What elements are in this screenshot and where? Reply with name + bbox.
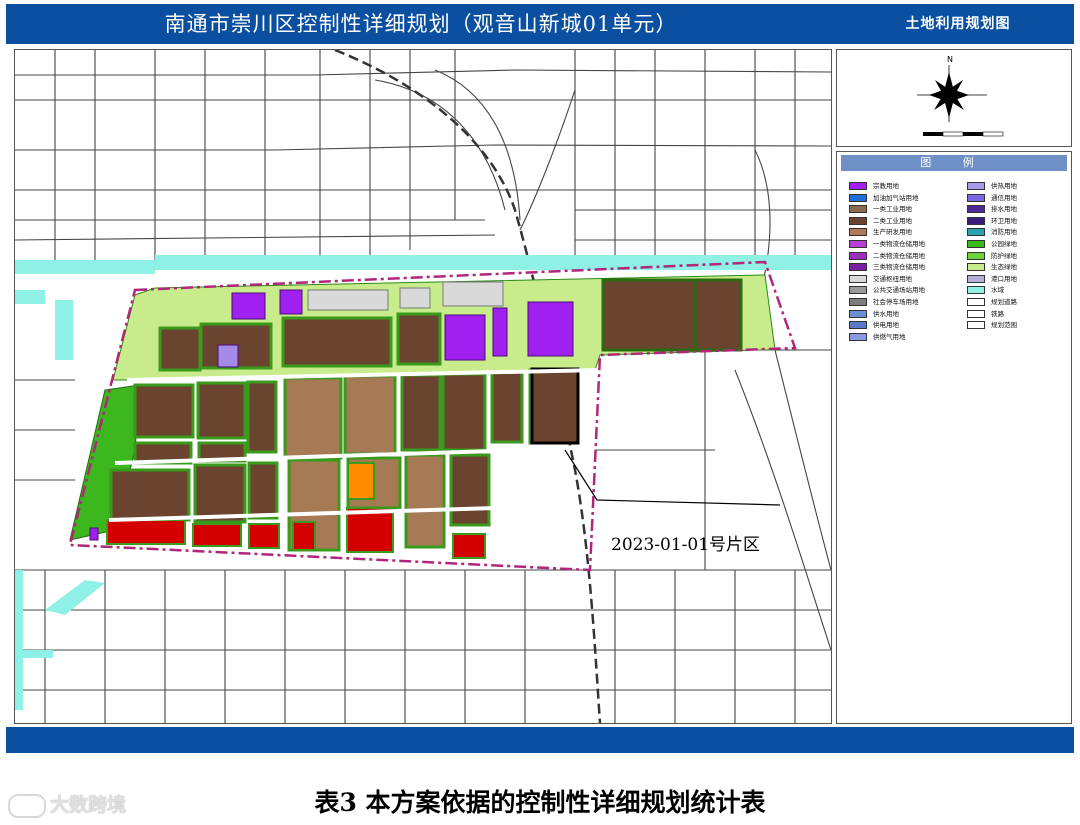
map-type-label: 土地利用规划图	[905, 16, 1011, 32]
legend-swatch	[967, 240, 985, 248]
legend-swatch	[849, 251, 867, 260]
watermark-logo-icon	[8, 793, 46, 818]
legend-swatch	[849, 205, 867, 214]
legend-label: 三类物流仓储用地	[873, 263, 925, 272]
legend-swatch	[967, 193, 985, 202]
legend-swatch	[967, 321, 985, 330]
table-caption: 表3 本方案依据的控制性详细规划统计表	[314, 788, 766, 817]
legend-label: 一类工业用地	[873, 205, 912, 214]
compass-panel: N	[836, 49, 1072, 147]
legend-swatch	[967, 286, 985, 295]
legend-label: 一类物流仓储用地	[873, 240, 925, 248]
legend-label: 港口用地	[991, 274, 1017, 283]
legend-label: 生产研发用地	[873, 228, 912, 237]
legend-label: 供水用地	[873, 309, 899, 318]
legend-label: 规划道路	[991, 298, 1017, 306]
footer-bar	[6, 727, 1074, 753]
legend-label: 社会停车场用地	[873, 298, 919, 306]
legend-swatch	[849, 263, 867, 272]
compass-rose-icon: N	[917, 55, 1004, 137]
legend-label: 环卫用地	[991, 216, 1017, 225]
legend-swatch	[849, 309, 867, 318]
watermark: 大数跨境	[8, 790, 126, 818]
legend-label: 交通枢纽用地	[873, 274, 912, 283]
legend-swatch	[967, 205, 985, 214]
legend-panel: 图 例 宗教用地加油加气站用地 一类工业用地 二类工业用地 生产研发用地一类物流仓储用…	[836, 151, 1072, 724]
land-use-map[interactable]: 2023-01-01号片区	[14, 49, 832, 724]
scale-bar	[923, 131, 1004, 137]
legend-label: 供热用地	[991, 182, 1017, 190]
legend-label: 排水用地	[991, 205, 1017, 214]
legend-swatch	[967, 216, 985, 225]
legend-swatch	[967, 263, 985, 272]
legend-swatch	[849, 321, 867, 330]
legend-label: 公共交通场站用地	[873, 286, 925, 295]
legend-label: 通信用地	[991, 193, 1017, 202]
legend-label: 生态绿地	[991, 263, 1017, 272]
legend-swatch	[967, 298, 985, 306]
legend-label: 规划范围	[991, 321, 1017, 330]
legend-title: 图 例	[841, 155, 1067, 171]
legend-swatch	[849, 228, 867, 237]
legend-label: 二类工业用地	[873, 216, 912, 225]
industrial-blocks-east	[601, 278, 743, 352]
legend-swatch	[967, 251, 985, 260]
area-annotation: 2023-01-01号片区	[611, 535, 761, 555]
north-label: N	[947, 55, 953, 64]
legend-swatch	[849, 240, 867, 248]
legend-label: 消防用地	[991, 228, 1017, 237]
legend-swatch	[849, 216, 867, 225]
watermark-text: 大数跨境	[50, 794, 127, 816]
title-bar: 南通市崇川区控制性详细规划（观音山新城01单元） 土地利用规划图	[6, 4, 1074, 44]
legend-label: 供燃气用地	[873, 332, 906, 341]
legend-label: 加油加气站用地	[873, 193, 919, 202]
legend-label: 公园绿地	[991, 240, 1017, 248]
legend-label: 防护绿地	[991, 251, 1017, 260]
legend-swatch	[849, 298, 867, 306]
legend-label: 供电用地	[873, 321, 899, 330]
orange-block	[347, 462, 375, 500]
legend-swatch	[967, 274, 985, 283]
legend-swatch	[967, 309, 985, 318]
legend-swatch	[849, 193, 867, 202]
legend-swatch	[967, 182, 985, 190]
legend-swatch	[849, 274, 867, 283]
legend-label: 水域	[991, 286, 1004, 295]
annotation-leader	[564, 449, 781, 506]
legend-label: 铁路	[991, 309, 1004, 318]
legend-label: 宗教用地	[873, 182, 899, 190]
legend-label: 二类物流仓储用地	[873, 251, 925, 260]
legend-swatch	[849, 286, 867, 295]
legend-swatch	[849, 332, 867, 341]
legend-swatch	[849, 182, 867, 190]
map-canvas[interactable]	[15, 50, 831, 723]
map-title: 南通市崇川区控制性详细规划（观音山新城01单元）	[164, 12, 678, 36]
legend-swatch	[967, 228, 985, 237]
